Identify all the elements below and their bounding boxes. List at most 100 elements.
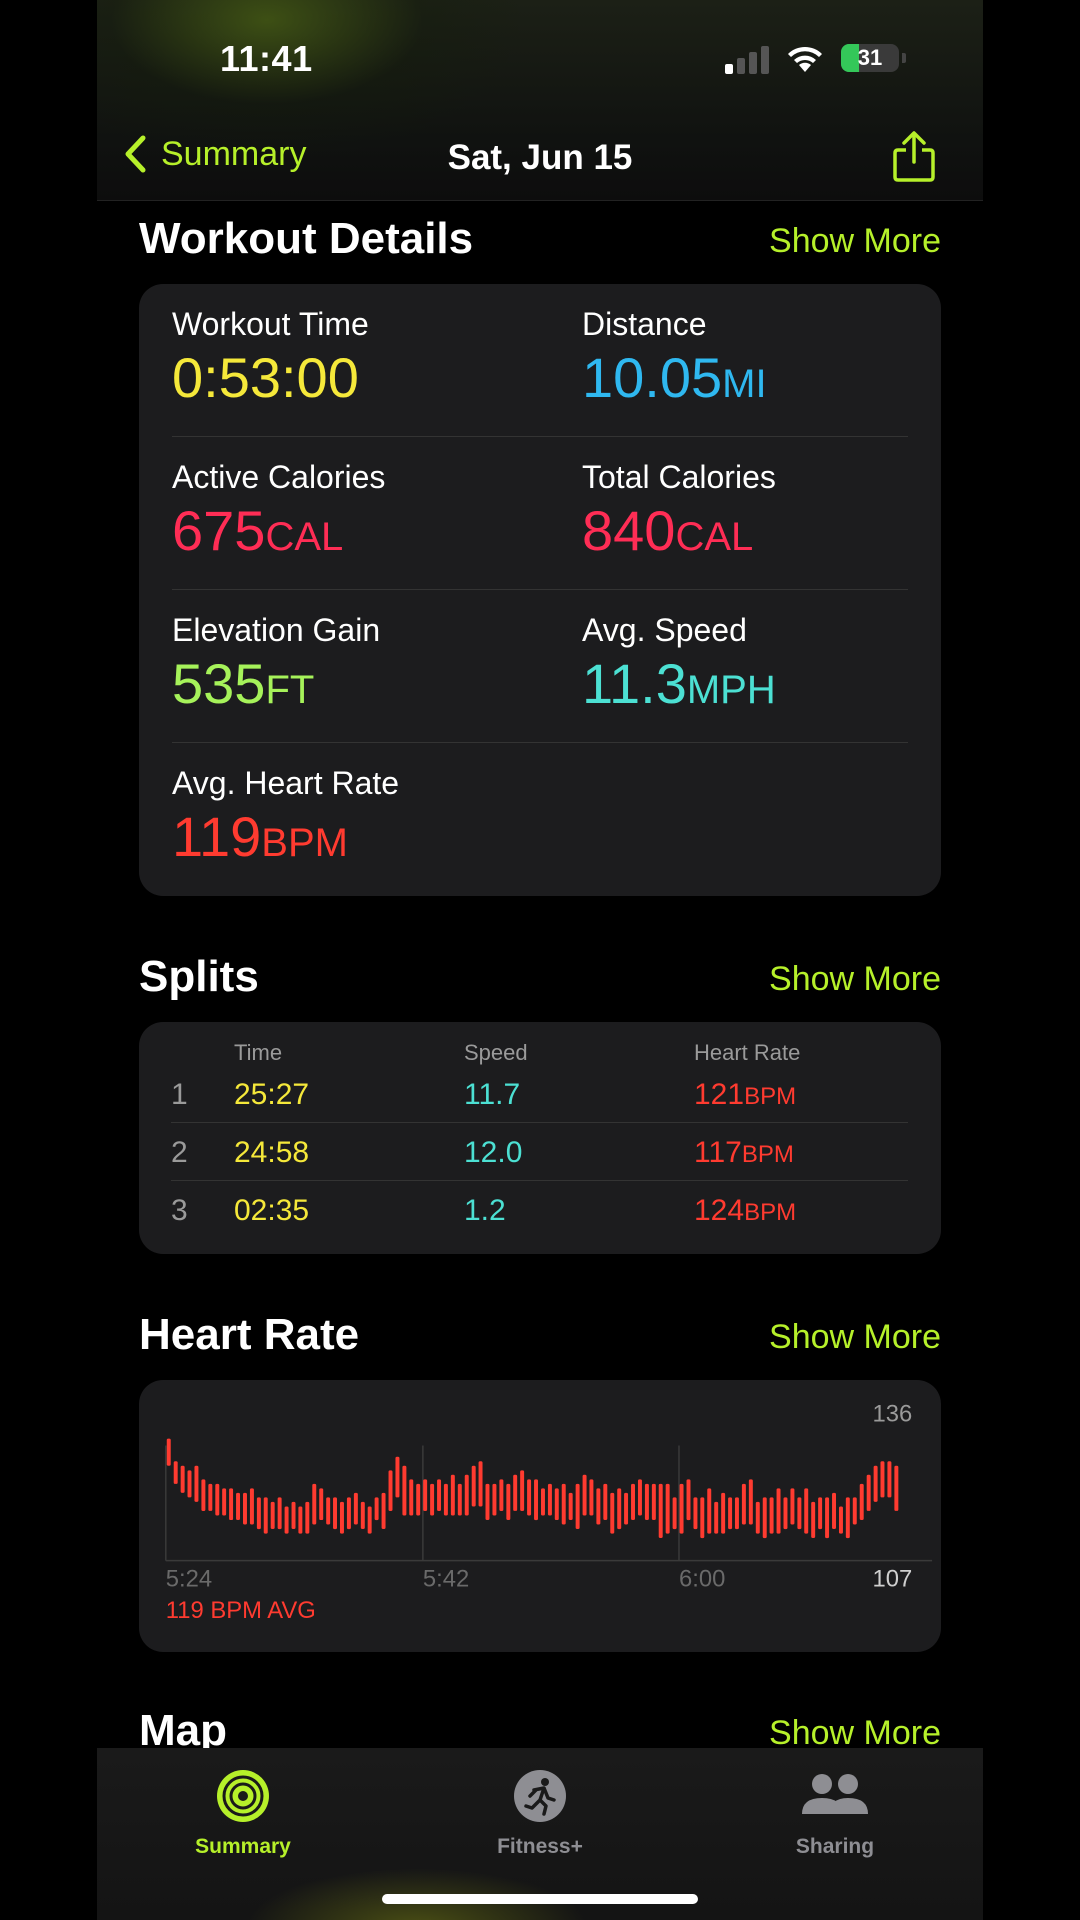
x-tick-label: 5:42 [423,1565,469,1592]
divider [171,1180,908,1181]
map-show-more[interactable]: Show More [769,1714,941,1750]
heart-rate-bar [187,1470,192,1498]
split-time: 25:27 [234,1078,310,1111]
splits-show-more[interactable]: Show More [769,960,941,999]
heart-rate-bar [665,1483,670,1534]
heart-rate-bar [596,1488,601,1525]
heart-rate-bar [741,1483,746,1525]
heart-rate-bar [880,1461,885,1498]
heart-rate-bar [707,1488,712,1534]
heart-rate-bar [229,1488,234,1521]
heart-rate-bar [284,1506,289,1534]
divider [172,742,908,743]
heart-rate-bar [402,1465,407,1516]
heart-rate-card[interactable]: 136 107 5:24 5:42 6:00 119 BPM AVG [139,1380,941,1652]
splits-header: Splits Show More [139,952,941,1012]
splits-title: Splits [139,952,259,1001]
heart-rate-bar [700,1497,705,1539]
split-time: 24:58 [234,1136,310,1169]
battery-percent: 31 [857,45,883,70]
splits-card: Time Speed Heart Rate 1 25:27 11.7 121BP… [139,1022,941,1254]
split-speed: 12.0 [464,1136,523,1169]
heart-rate-bar [270,1501,275,1529]
activity-rings-icon [217,1770,269,1822]
heart-rate-bar [672,1497,677,1530]
x-tick-label: 6:00 [679,1565,725,1592]
status-bar: 11:41 31 [97,0,983,110]
heart-rate-bar [603,1483,608,1520]
heart-rate-bar [513,1474,518,1511]
heart-rate-bar [845,1497,850,1539]
heart-rate-bar [236,1492,241,1520]
heart-rate-bar [506,1483,511,1520]
heart-rate-bar [610,1492,615,1534]
metric-value: 840CAL [582,499,754,562]
heart-rate-bar [582,1474,587,1516]
heart-rate-bar [818,1497,823,1530]
heart-rate-bar [492,1483,497,1516]
heart-rate-bar [298,1506,303,1534]
heart-rate-bar [686,1479,691,1521]
heart-rate-bar [728,1497,733,1530]
metric-value: 119BPM [172,805,348,868]
metric-avg-speed: Avg. Speed 11.3MPH [582,612,776,716]
heart-rate-bar [769,1497,774,1534]
heart-rate-bar [644,1483,649,1520]
y-max-label: 136 [873,1401,913,1428]
workout-details-show-more[interactable]: Show More [769,222,941,261]
heart-rate-bar [374,1497,379,1521]
metric-label: Elevation Gain [172,612,381,648]
metric-avg-heart-rate: Avg. Heart Rate 119BPM [172,765,399,869]
heart-rate-bar [804,1488,809,1534]
heart-rate-bar [333,1497,338,1530]
heart-rate-bar [381,1492,386,1529]
heart-rate-bar [797,1497,802,1530]
heart-rate-bar [388,1470,393,1512]
y-min-label: 107 [873,1565,913,1592]
metric-label: Active Calories [172,459,386,495]
metric-distance: Distance 10.05MI [582,306,767,410]
heart-rate-bar [277,1497,282,1530]
phone-screen: 11:41 31 Summary Sat, Jun 15 Workout Det… [97,0,983,1920]
heart-rate-bar [734,1497,739,1530]
heart-rate-bar [485,1483,490,1520]
fitness-plus-icon [514,1770,566,1822]
heart-rate-bar [838,1506,843,1534]
share-icon[interactable] [892,130,936,184]
heart-rate-bar [534,1479,539,1521]
scroll-content[interactable]: Workout Details Show More Workout Time 0… [97,200,983,1750]
heart-rate-bar [693,1497,698,1530]
heart-rate-bar [243,1492,247,1525]
splits-header-heart-rate: Heart Rate [694,1040,801,1065]
split-row: 2 24:58 12.0 117BPM [139,1124,941,1182]
heart-rate-bar [215,1483,220,1516]
heart-rate-bar [811,1501,816,1539]
metric-label: Avg. Heart Rate [172,765,400,801]
heart-rate-bar [339,1501,344,1534]
heart-rate-bar [263,1497,268,1534]
heart-rate-bar [201,1479,206,1512]
heart-rate-show-more[interactable]: Show More [769,1318,941,1357]
metric-value: 11.3MPH [582,652,776,715]
split-row: 3 02:35 1.2 124BPM [139,1182,941,1240]
metric-elevation-gain: Elevation Gain 535FT [172,612,380,716]
tab-sharing[interactable]: Sharing [735,1768,935,1859]
heart-rate-bar [520,1470,525,1512]
metric-label: Total Calories [582,459,776,495]
heart-rate-bar [464,1474,469,1516]
status-time: 11:41 [220,38,313,79]
heart-rate-bar [859,1483,864,1520]
divider [172,589,908,590]
tab-summary[interactable]: Summary [143,1768,343,1859]
heart-rate-bar [679,1483,684,1534]
home-indicator[interactable] [382,1894,698,1904]
tab-fitness-plus[interactable]: Fitness+ [440,1768,640,1859]
heart-rate-bar [166,1438,171,1466]
metric-active-calories: Active Calories 675CAL [172,459,385,563]
heart-rate-bar [437,1479,442,1512]
heart-rate-bar [478,1461,483,1507]
heart-rate-bar [721,1492,726,1534]
heart-rate-chart: 136 107 5:24 5:42 6:00 119 BPM AVG [165,1401,933,1624]
heart-rate-bar [825,1497,830,1539]
heart-rate-bar [256,1497,261,1530]
